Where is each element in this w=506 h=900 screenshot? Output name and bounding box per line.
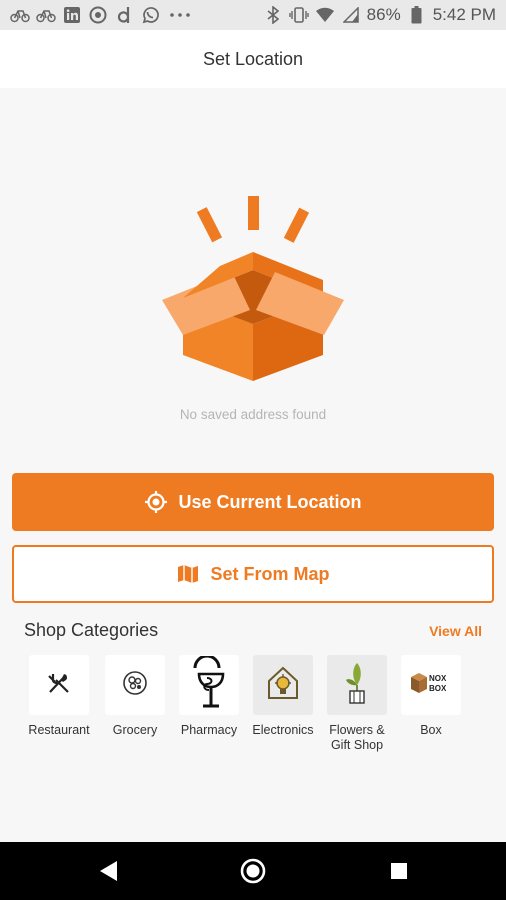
category-label: Pharmacy (180, 723, 238, 737)
use-current-location-label: Use Current Location (178, 491, 362, 512)
category-label: Box (420, 723, 442, 737)
category-label: Flowers & Gift Shop (329, 723, 385, 752)
view-all-link[interactable]: View All (429, 623, 482, 639)
bicycle-icon (36, 5, 56, 25)
plant-icon (342, 661, 372, 710)
empty-state-message: No saved address found (179, 407, 327, 422)
status-bar: 86% 5:42 PM (0, 0, 506, 30)
category-flowers-gift-shop[interactable]: Flowers & Gift Shop (320, 655, 394, 753)
battery-icon (407, 5, 427, 25)
whatsapp-icon (140, 5, 160, 25)
fork-knife-icon (45, 669, 73, 702)
shop-categories-title: Shop Categories (24, 620, 159, 640)
category-grocery[interactable]: Grocery (98, 655, 172, 738)
battery-percent: 86% (366, 5, 401, 24)
d-app-icon (114, 5, 134, 25)
category-list: Restaurant Grocery Pharmacy Electronics (22, 654, 492, 765)
svg-text:NOX: NOX (429, 674, 447, 683)
signal-icon (341, 5, 361, 25)
vibrate-icon (288, 5, 309, 25)
map-icon (176, 562, 200, 586)
pharmacy-icon (189, 654, 229, 715)
grocery-icon (121, 669, 149, 702)
category-label: Grocery (112, 723, 158, 737)
box-icon: NOX BOX (409, 668, 453, 703)
linkedin-icon (62, 5, 82, 25)
category-restaurant[interactable]: Restaurant (22, 655, 96, 738)
recents-icon[interactable] (384, 856, 414, 886)
bicycle-icon (10, 5, 30, 25)
use-current-location-button[interactable]: Use Current Location (12, 473, 494, 531)
category-label: Electronics (252, 723, 314, 737)
more-dots-icon (166, 5, 194, 25)
crosshair-icon (144, 490, 168, 514)
bitmoji-icon (88, 5, 108, 25)
open-box-illustration (158, 190, 348, 390)
category-electronics[interactable]: Electronics (246, 655, 320, 738)
page-title: Set Location (202, 48, 304, 69)
svg-text:BOX: BOX (429, 684, 447, 693)
category-box[interactable]: NOX BOX Box (394, 655, 468, 738)
wifi-icon (315, 5, 335, 25)
lightbulb-icon (266, 665, 300, 706)
home-icon[interactable] (238, 856, 268, 886)
set-from-map-button[interactable]: Set From Map (12, 545, 494, 603)
system-nav-bar (0, 842, 506, 900)
category-pharmacy[interactable]: Pharmacy (172, 654, 246, 738)
clock: 5:42 PM (432, 5, 496, 24)
category-label: Restaurant (28, 723, 90, 737)
app-header: Set Location (0, 30, 506, 88)
set-from-map-label: Set From Map (210, 563, 330, 584)
back-icon[interactable] (93, 856, 123, 886)
bluetooth-icon (263, 5, 283, 25)
